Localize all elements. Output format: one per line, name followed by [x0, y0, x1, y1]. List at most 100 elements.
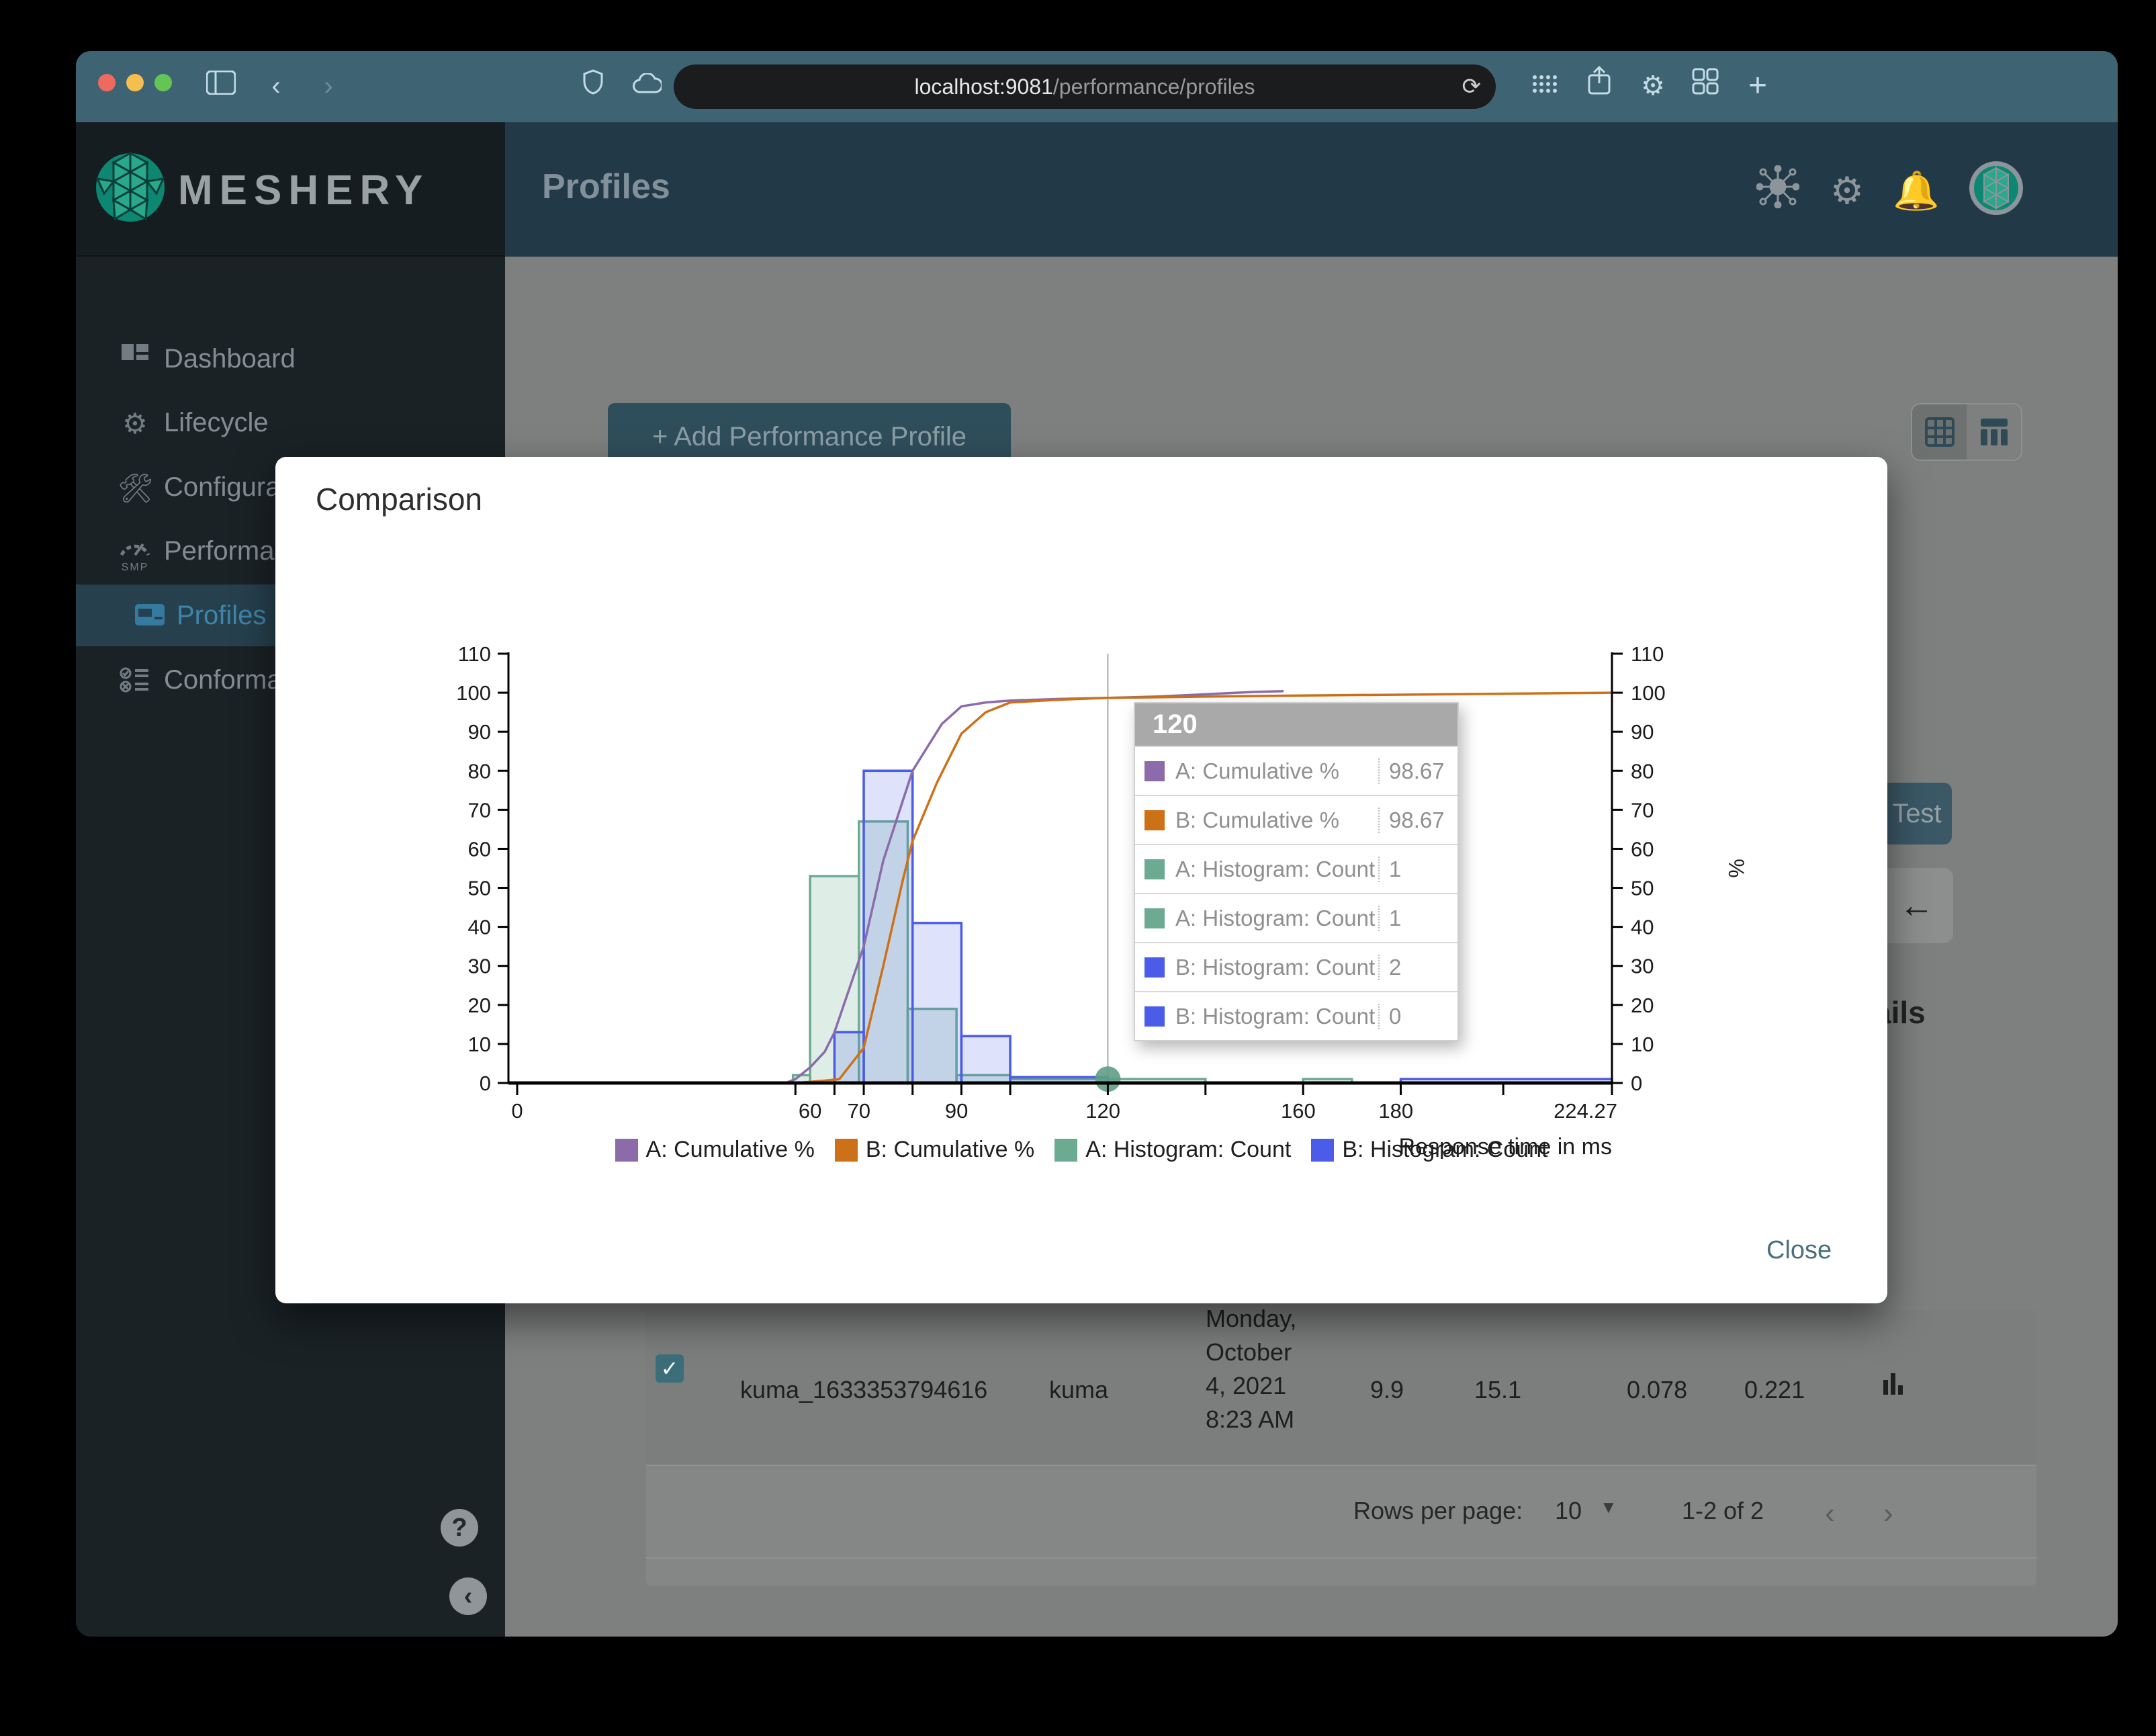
legend-label: A: Cumulative % — [645, 1137, 815, 1162]
page-title: Profiles — [542, 167, 670, 206]
svg-text:30: 30 — [1631, 955, 1654, 978]
tooltip-series-label: B: Histogram: Count — [1175, 954, 1376, 980]
pagination-range: 1-2 of 2 — [1682, 1497, 1764, 1524]
help-button[interactable]: ? — [441, 1509, 478, 1547]
svg-text:90: 90 — [945, 1099, 968, 1123]
cell-p99: 0.221 — [1744, 1376, 1805, 1403]
service-mesh-adapters-icon[interactable] — [1752, 165, 1803, 216]
settings-gear-icon[interactable]: ⚙ — [1633, 66, 1673, 106]
comparison-chart[interactable]: 0 010 1020 2030 3040 4050 5060 6070 7080 8090 9010… — [275, 457, 1887, 1303]
tooltip-value: 2 — [1378, 954, 1457, 980]
legend-item[interactable]: A: Histogram: Count — [1054, 1137, 1291, 1163]
legend-swatch — [1311, 1138, 1335, 1162]
cloud-icon[interactable] — [627, 66, 667, 106]
svg-text:50: 50 — [1631, 877, 1654, 900]
legend-item[interactable]: B: Cumulative % — [834, 1137, 1034, 1163]
url-path: /performance/profiles — [1052, 75, 1255, 99]
rows-per-page-select[interactable]: 10 — [1555, 1497, 1582, 1525]
legend-item[interactable]: B: Histogram: Count — [1311, 1137, 1547, 1163]
histogram-bar — [960, 1035, 1012, 1084]
back-arrow-card[interactable]: ← — [1880, 868, 1953, 943]
svg-text:90: 90 — [1631, 720, 1654, 744]
table-row[interactable]: ✓ kuma_1633353794616 kuma Monday, Octobe… — [646, 1305, 2036, 1465]
select-caret-icon[interactable]: ▼ — [1600, 1497, 1617, 1518]
forward-button[interactable]: › — [308, 66, 349, 106]
svg-text:160: 160 — [1281, 1099, 1316, 1123]
notifications-bell-icon[interactable]: 🔔 — [1891, 165, 1942, 216]
profiles-table-card: ✓ kuma_1633353794616 kuma Monday, Octobe… — [646, 1305, 2036, 1586]
tooltip-row: A: Histogram: Count 1 — [1135, 893, 1457, 942]
legend-label: A: Histogram: Count — [1085, 1137, 1292, 1162]
cell-profile-name: kuma_1633353794616 — [740, 1376, 988, 1403]
screen: ‹ › localhost:9081/performance/profiles … — [0, 0, 2156, 1736]
sidebar-item-lifecycle[interactable]: ⚙ Lifecycle — [76, 392, 505, 453]
reload-icon[interactable]: ⟳ — [1462, 64, 1482, 109]
grid-view-button[interactable] — [1912, 404, 1967, 460]
url-bar[interactable]: localhost:9081/performance/profiles ⟳ — [674, 64, 1496, 109]
sidebar-item-dashboard[interactable]: Dashboard — [76, 328, 505, 390]
tooltip-swatch — [1144, 908, 1165, 928]
tooltip-value: 1 — [1378, 905, 1457, 931]
legend-item[interactable]: A: Cumulative % — [615, 1137, 815, 1163]
next-page-button[interactable]: › — [1883, 1497, 1893, 1530]
sidebar-item-label: Dashboard — [164, 344, 296, 374]
divider — [646, 1557, 2036, 1559]
chart-tooltip: 120 A: Cumulative % 98.67 B: Cumulative % 9… — [1134, 702, 1459, 1041]
row-checkbox[interactable]: ✓ — [656, 1354, 684, 1383]
sidebar-toggle-icon[interactable] — [201, 66, 241, 106]
collapse-sidebar-button[interactable]: ‹ — [449, 1577, 487, 1615]
meshery-logo-icon — [95, 151, 166, 226]
svg-text:40: 40 — [1631, 916, 1654, 939]
tooltip-value: 98.67 — [1378, 758, 1457, 784]
table-view-button[interactable] — [1967, 404, 2021, 460]
svg-text:10: 10 — [468, 1033, 491, 1056]
brand-name: MESHERY — [178, 167, 430, 214]
tooltip-swatch — [1144, 859, 1165, 879]
conformance-icon — [118, 664, 152, 699]
tooltip-series-label: A: Cumulative % — [1175, 758, 1339, 783]
svg-text:50: 50 — [468, 877, 491, 900]
tooltip-rows: A: Cumulative % 98.67 B: Cumulative % 98.67… — [1135, 746, 1457, 1040]
y-axis-right-label: % — [1724, 859, 1748, 877]
new-tab-button[interactable]: + — [1738, 66, 1778, 106]
svg-text:180: 180 — [1378, 1099, 1413, 1123]
test-button[interactable]: Test — [1882, 783, 1952, 844]
svg-text:0: 0 — [480, 1072, 491, 1095]
browser-chrome: ‹ › localhost:9081/performance/profiles … — [76, 51, 2118, 122]
rows-per-page-label: Rows per page: — [1353, 1497, 1523, 1524]
chart-wrap: 0 0 10 10 20 20 30 30 40 40 50 50 60 60 70 70 80 80 90 90 10… — [275, 457, 1887, 1303]
view-toggle — [1911, 403, 2022, 461]
settings-icon[interactable]: ⚙ — [1822, 165, 1873, 216]
user-avatar[interactable] — [1968, 160, 2023, 215]
close-window-button[interactable] — [98, 74, 116, 91]
brand-header[interactable]: MESHERY — [76, 122, 505, 257]
shield-icon[interactable] — [573, 66, 613, 106]
browser-window: ‹ › localhost:9081/performance/profiles … — [76, 51, 2118, 1637]
cell-duration: 15.1 — [1474, 1376, 1522, 1403]
share-icon[interactable] — [1579, 65, 1619, 106]
profiles-icon — [132, 599, 167, 634]
svg-text:70: 70 — [848, 1099, 870, 1123]
back-button[interactable]: ‹ — [256, 66, 296, 106]
tooltip-value: 1 — [1378, 856, 1457, 882]
sidebar-item-label: Profiles — [177, 601, 267, 630]
svg-text:90: 90 — [468, 720, 491, 744]
sidebar-item-label: Lifecycle — [164, 408, 269, 437]
tooltip-row: B: Cumulative % 98.67 — [1135, 795, 1457, 844]
tab-overview-icon[interactable] — [1685, 66, 1725, 106]
svg-text:110: 110 — [1631, 642, 1664, 666]
legend-label: B: Histogram: Count — [1342, 1137, 1548, 1162]
previous-page-button[interactable]: ‹ — [1825, 1497, 1835, 1530]
tooltip-series-label: A: Histogram: Count — [1175, 856, 1376, 881]
svg-text:70: 70 — [1631, 798, 1654, 822]
zoom-window-button[interactable] — [154, 74, 172, 91]
row-chart-icon[interactable] — [1882, 1369, 1905, 1405]
tooltip-row: A: Histogram: Count 1 — [1135, 844, 1457, 893]
tab-groups-icon[interactable] — [1524, 66, 1564, 106]
appbar: Profiles ⚙ 🔔 — [505, 122, 2118, 257]
svg-text:80: 80 — [468, 759, 491, 783]
legend-swatch — [1054, 1138, 1078, 1162]
legend-swatch — [615, 1138, 638, 1162]
minimize-window-button[interactable] — [126, 74, 144, 91]
close-button[interactable]: Close — [1766, 1236, 1832, 1265]
